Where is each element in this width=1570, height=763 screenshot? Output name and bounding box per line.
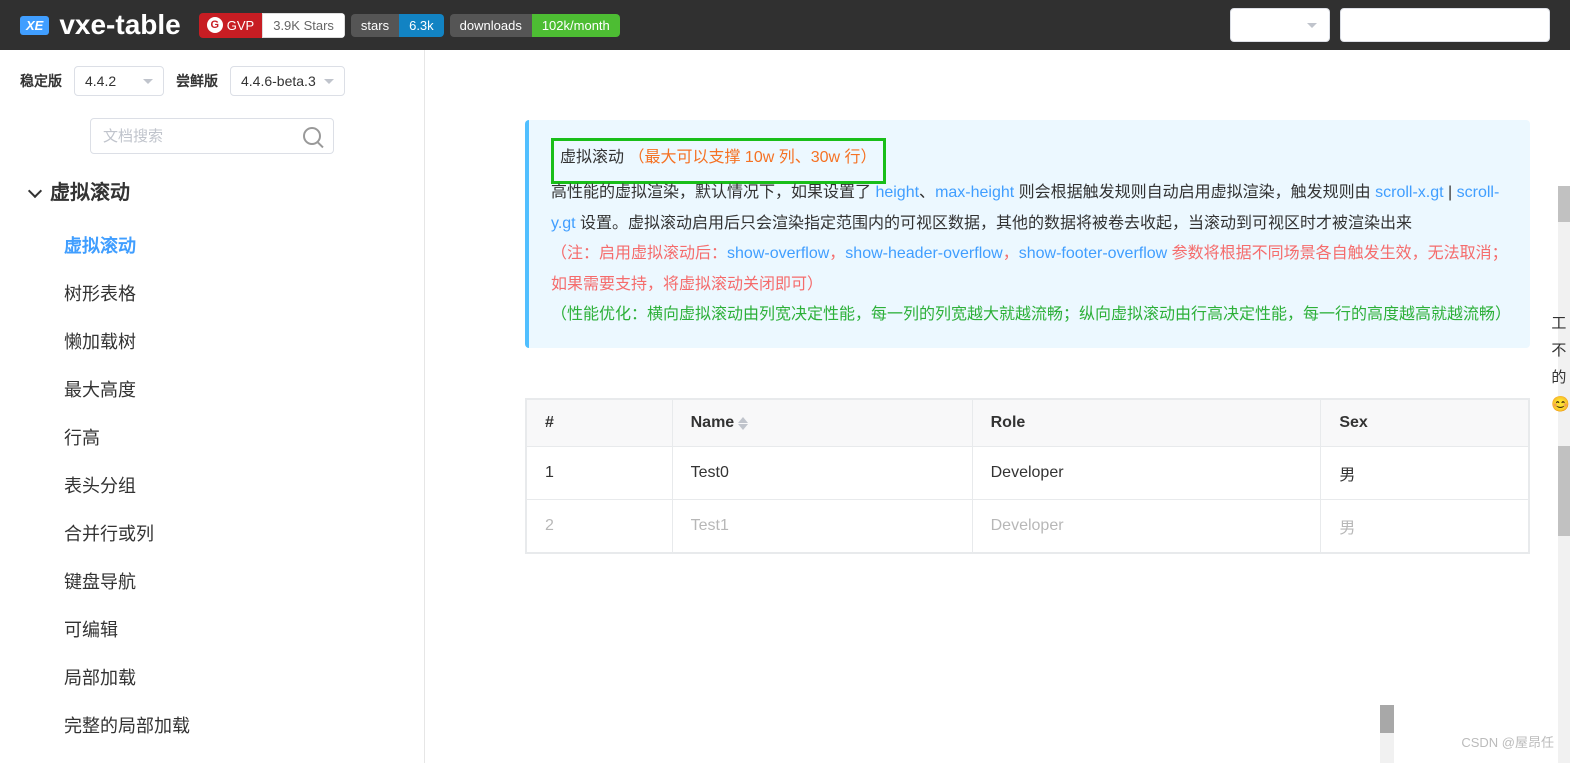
stars-badge[interactable]: stars 6.3k — [351, 14, 444, 37]
table-cell: 男 — [1321, 447, 1529, 500]
nav-item[interactable]: 完整的局部加载 — [64, 701, 394, 749]
logo-badge: XE — [20, 16, 49, 35]
table-scrollbar[interactable] — [1380, 705, 1394, 763]
chevron-down-icon — [28, 183, 42, 197]
table-cell: 2 — [527, 500, 673, 553]
table-header[interactable]: Role — [972, 400, 1321, 447]
scrollbar-thumb[interactable] — [1380, 705, 1394, 733]
table-cell: Developer — [972, 500, 1321, 553]
search-box[interactable] — [90, 118, 334, 154]
chevron-down-icon — [324, 79, 334, 84]
watermark: CSDN @屋昂任 — [1461, 732, 1554, 751]
nav-item[interactable]: 懒加载树 — [64, 317, 394, 365]
stable-version-select[interactable]: 4.4.2 — [74, 66, 164, 96]
table-cell: Test0 — [672, 447, 972, 500]
table-row[interactable]: 1Test0Developer男 — [527, 447, 1529, 500]
info-panel: 虚拟滚动 （最大可以支撑 10w 列、30w 行） 高性能的虚拟渲染，默认情况下… — [525, 120, 1530, 348]
highlight-box: 虚拟滚动 （最大可以支撑 10w 列、30w 行） — [551, 138, 886, 184]
table-row[interactable]: 2Test1Developer男 — [527, 500, 1529, 553]
nav-item[interactable]: 虚拟滚动 — [64, 221, 394, 269]
table-header[interactable]: # — [527, 400, 673, 447]
beta-version-select[interactable]: 4.4.6-beta.3 — [230, 66, 345, 96]
stable-label: 稳定版 — [20, 71, 62, 91]
nav-item[interactable]: 键盘导航 — [64, 557, 394, 605]
chevron-down-icon — [1307, 23, 1317, 28]
downloads-badge[interactable]: downloads 102k/month — [450, 14, 620, 37]
nav-item[interactable]: 合并行或列 — [64, 509, 394, 557]
chevron-down-icon — [143, 79, 153, 84]
nav-item[interactable]: 可编辑 — [64, 605, 394, 653]
language-select[interactable]: 中文 — [1230, 8, 1330, 42]
search-icon[interactable] — [303, 127, 321, 145]
main-content: 虚拟滚动 （最大可以支撑 10w 列、30w 行） 高性能的虚拟渲染，默认情况下… — [425, 50, 1570, 763]
clipped-text: 工不的😊 — [1551, 310, 1570, 418]
table-cell: 1 — [527, 447, 673, 500]
table-header[interactable]: Name — [672, 400, 972, 447]
table-cell: Developer — [972, 447, 1321, 500]
beta-label: 尝鲜版 — [176, 71, 218, 91]
nav-item[interactable]: 树形表格 — [64, 269, 394, 317]
table-cell: 男 — [1321, 500, 1529, 553]
sort-icon[interactable] — [738, 417, 748, 430]
logo-text[interactable]: vxe-table — [59, 9, 180, 41]
sidebar: 稳定版 4.4.2 尝鲜版 4.4.6-beta.3 虚拟滚动 虚拟滚动树形表格… — [0, 50, 425, 763]
table-cell: Test1 — [672, 500, 972, 553]
top-header: XE vxe-table GGVP 3.9K Stars stars 6.3k … — [0, 0, 1570, 50]
version-select[interactable]: v4+ (vue 3.2+ 最新稳定版) — [1340, 8, 1550, 42]
nav-section-header[interactable]: 虚拟滚动 — [30, 176, 394, 205]
nav-item[interactable]: 最大高度 — [64, 365, 394, 413]
data-table: #NameRoleSex 1Test0Developer男2Test1Devel… — [525, 398, 1530, 554]
table-header[interactable]: Sex — [1321, 400, 1529, 447]
gvp-badge[interactable]: GGVP 3.9K Stars — [199, 13, 345, 38]
search-input[interactable] — [103, 128, 303, 145]
nav-item[interactable]: 局部加载 — [64, 653, 394, 701]
nav-item[interactable]: 表头分组 — [64, 461, 394, 509]
nav-item[interactable]: 行高 — [64, 413, 394, 461]
